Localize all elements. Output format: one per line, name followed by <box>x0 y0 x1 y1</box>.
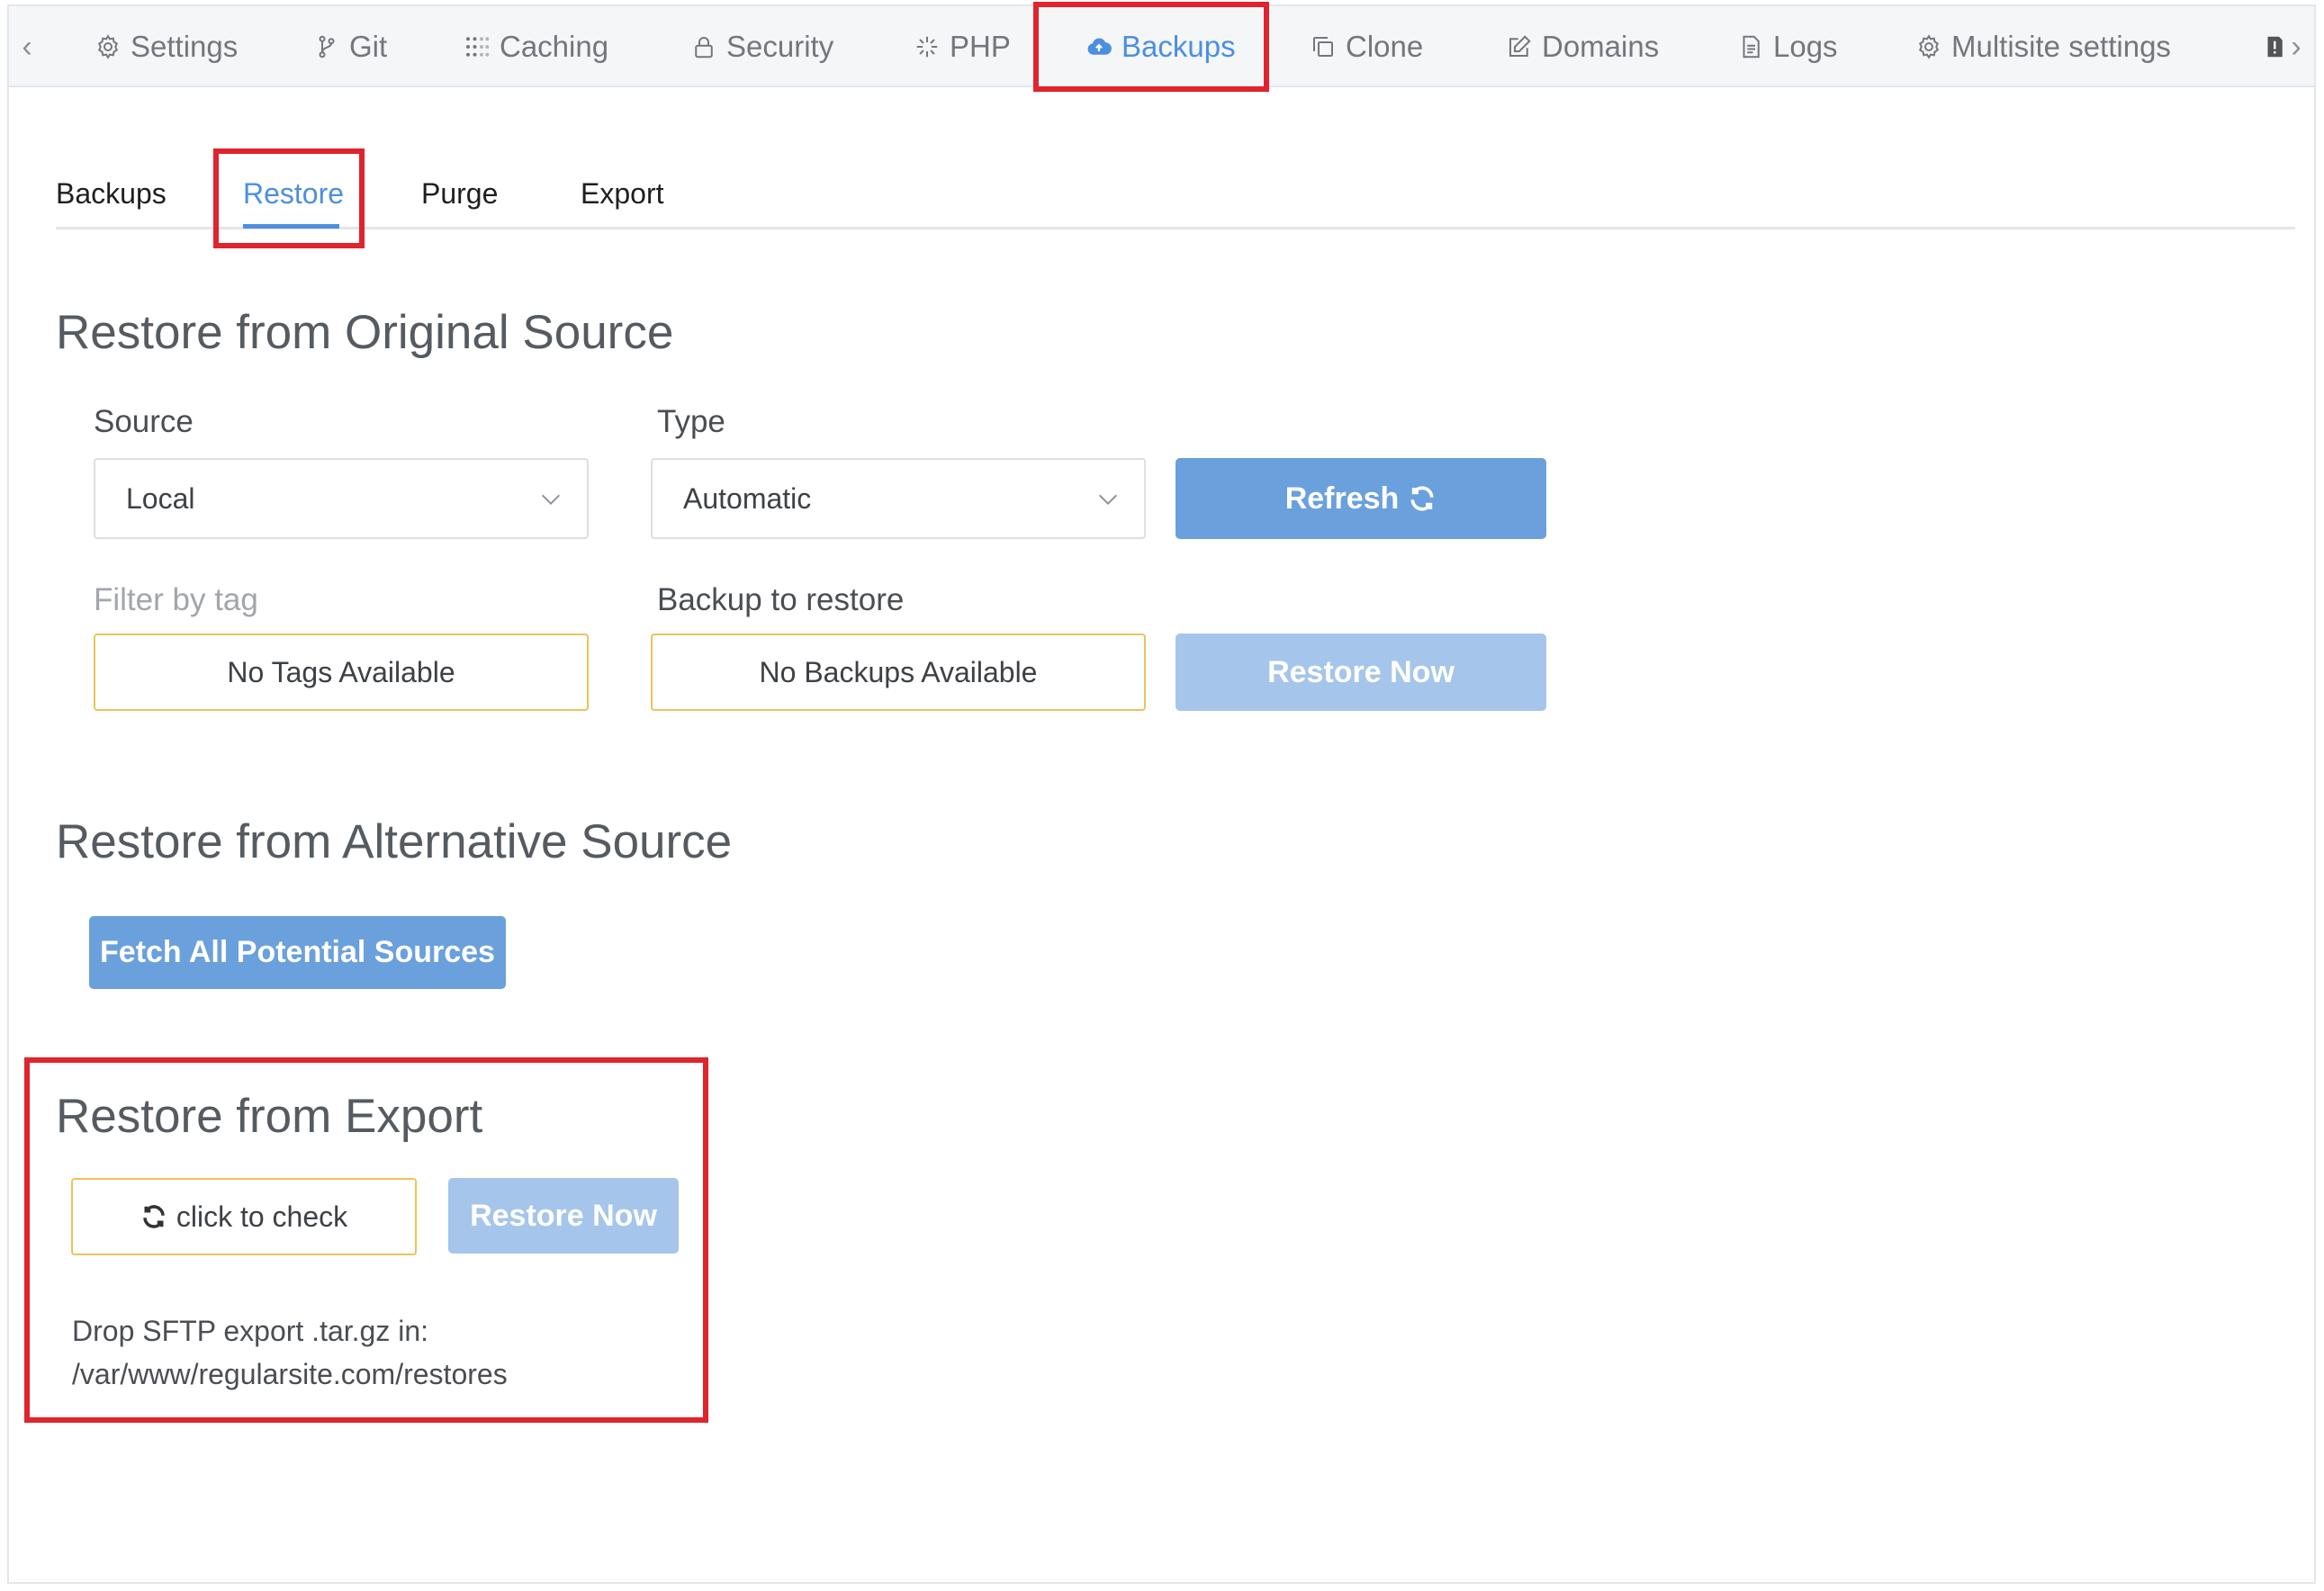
tab-clone-label: Clone <box>1346 30 1424 63</box>
tab-multisite-settings-label: Multisite settings <box>1951 30 2171 63</box>
tab-security-label: Security <box>726 30 834 63</box>
tab-security[interactable]: Security <box>690 6 833 87</box>
active-tab-indicator <box>243 224 339 229</box>
export-restore-now-button[interactable]: Restore Now <box>448 1178 679 1254</box>
scroll-right-icon[interactable]: › <box>2280 6 2312 87</box>
source-select[interactable]: Local <box>94 458 589 539</box>
refresh-icon <box>1410 486 1434 511</box>
tab-logs-label: Logs <box>1773 30 1838 63</box>
git-branch-icon <box>319 35 335 58</box>
original-source-heading: Restore from Original Source <box>56 306 674 359</box>
tab-git-label: Git <box>349 30 388 63</box>
gear-icon <box>98 34 118 59</box>
sparkle-icon <box>916 36 938 58</box>
gear-icon <box>1919 34 1939 59</box>
refresh-button-label: Refresh <box>1284 481 1400 516</box>
tab-domains[interactable]: Domains <box>1506 6 1659 87</box>
grid-dots-icon <box>466 37 490 57</box>
export-restore-now-label: Restore Now <box>470 1198 657 1233</box>
chevron-down-icon <box>542 494 560 505</box>
restore-now-button[interactable]: Restore Now <box>1176 634 1546 711</box>
subtab-backups[interactable]: Backups <box>56 177 167 211</box>
restore-now-button-label: Restore Now <box>1267 654 1455 689</box>
top-tab-bar: ‹ Settings Git Caching Security PHP Back… <box>9 6 2314 87</box>
tab-settings[interactable]: Settings <box>95 6 238 87</box>
subtab-export[interactable]: Export <box>581 177 663 211</box>
app-frame: ‹ Settings Git Caching Security PHP Back… <box>7 4 2316 1584</box>
sftp-instructions: Drop SFTP export .tar.gz in: /var/www/re… <box>72 1309 508 1396</box>
type-label: Type <box>657 404 725 439</box>
tab-caching-label: Caching <box>500 30 609 63</box>
tab-git[interactable]: Git <box>313 6 387 87</box>
tab-settings-label: Settings <box>131 30 239 63</box>
file-icon <box>1743 35 1760 58</box>
tab-domains-label: Domains <box>1542 30 1660 63</box>
tab-caching[interactable]: Caching <box>464 6 608 87</box>
source-label: Source <box>94 404 194 439</box>
backup-select-value: No Backups Available <box>759 655 1038 688</box>
tab-multisite-settings[interactable]: Multisite settings <box>1915 6 2171 87</box>
click-to-check-label: click to check <box>176 1200 348 1233</box>
type-select[interactable]: Automatic <box>651 458 1146 539</box>
scroll-left-icon[interactable]: ‹ <box>11 6 43 87</box>
sub-tab-bar: Backups Restore Purge Export <box>56 150 2295 229</box>
lock-icon <box>695 37 713 58</box>
edit-icon <box>1509 35 1531 57</box>
fetch-all-sources-label: Fetch All Potential Sources <box>100 935 495 969</box>
subtab-purge[interactable]: Purge <box>421 177 498 211</box>
tab-clone[interactable]: Clone <box>1310 6 1423 87</box>
fetch-all-sources-button[interactable]: Fetch All Potential Sources <box>89 916 506 989</box>
tab-backups-label: Backups <box>1121 30 1236 63</box>
cloud-upload-icon <box>1087 38 1112 55</box>
tab-logs[interactable]: Logs <box>1737 6 1838 87</box>
tab-php[interactable]: PHP <box>914 6 1011 87</box>
refresh-button[interactable]: Refresh <box>1176 458 1546 539</box>
click-to-check-button[interactable]: click to check <box>71 1178 417 1255</box>
tab-php-label: PHP <box>950 30 1011 63</box>
backup-to-restore-label: Backup to restore <box>657 582 905 617</box>
source-select-value: Local <box>126 481 195 515</box>
copy-icon <box>1313 37 1333 57</box>
type-select-value: Automatic <box>683 481 812 515</box>
sftp-instructions-line1: Drop SFTP export .tar.gz in: <box>72 1315 429 1347</box>
chevron-down-icon <box>1099 494 1117 505</box>
filter-by-tag-label: Filter by tag <box>94 582 258 617</box>
subtab-restore[interactable]: Restore <box>243 177 344 211</box>
tag-filter-field[interactable]: No Tags Available <box>94 634 589 711</box>
export-restore-heading: Restore from Export <box>56 1090 483 1143</box>
refresh-icon <box>143 1205 165 1228</box>
restore-path: /var/www/regularsite.com/restores <box>72 1358 508 1390</box>
alternative-source-heading: Restore from Alternative Source <box>56 815 733 868</box>
backup-select-field[interactable]: No Backups Available <box>651 634 1146 711</box>
tab-backups[interactable]: Backups <box>1085 6 1236 87</box>
tag-filter-value: No Tags Available <box>227 655 455 688</box>
